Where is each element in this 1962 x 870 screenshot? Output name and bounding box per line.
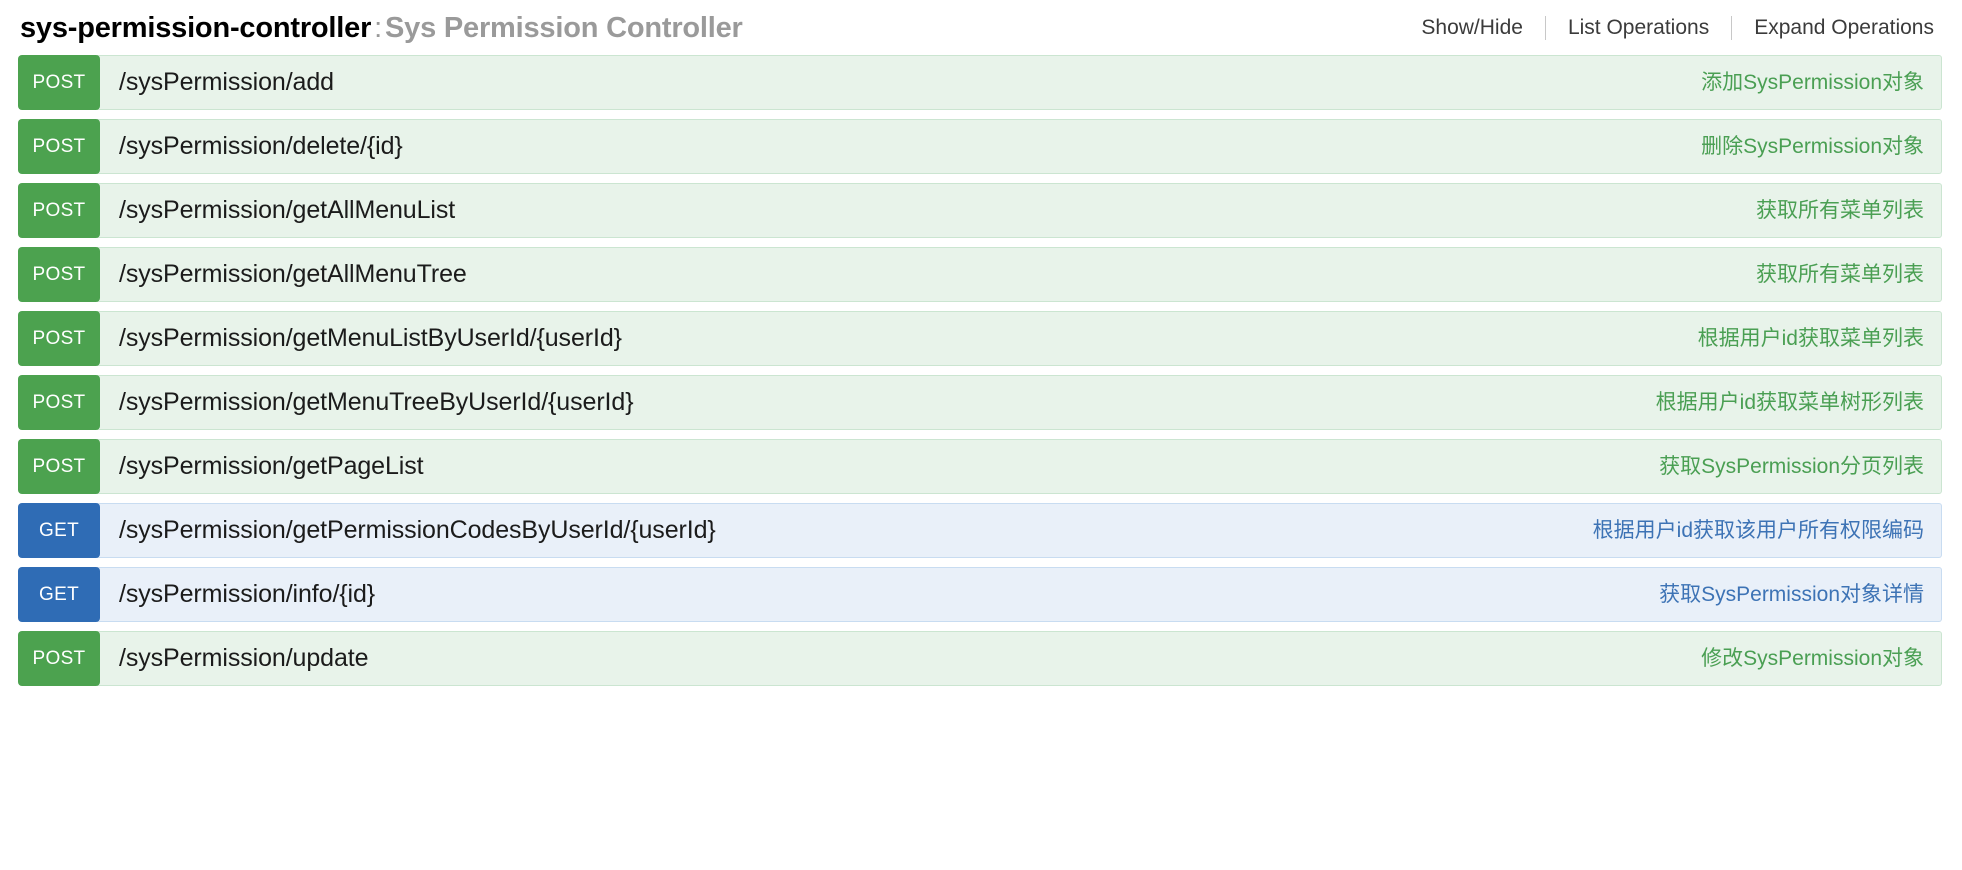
operations-list: POST/sysPermission/add添加SysPermission对象P… [18,55,1942,686]
operation-summary: 获取所有菜单列表 [1756,198,1928,223]
title-separator: : [371,12,385,44]
method-badge-post[interactable]: POST [18,119,100,174]
operation-summary: 删除SysPermission对象 [1701,134,1928,159]
resource-header: sys-permission-controller:Sys Permission… [18,0,1942,55]
method-badge-post[interactable]: POST [18,183,100,238]
operation-summary: 获取所有菜单列表 [1756,262,1928,287]
method-badge-post[interactable]: POST [18,631,100,686]
operation-summary: 添加SysPermission对象 [1701,70,1928,95]
method-badge-post[interactable]: POST [18,311,100,366]
operation-path: /sysPermission/getAllMenuTree [119,260,467,289]
operation-row[interactable]: POST/sysPermission/delete/{id} 删除SysPermi… [18,119,1942,174]
resource-name: sys-permission-controller [20,12,371,44]
operation-path: /sysPermission/add [119,68,334,97]
operation-row[interactable]: POST/sysPermission/getMenuListByUserId/{… [18,311,1942,366]
operation-path: /sysPermission/getMenuListByUserId/{user… [119,324,622,353]
operation-path: /sysPermission/info/{id} [119,580,375,609]
method-badge-post[interactable]: POST [18,55,100,110]
method-badge-post[interactable]: POST [18,247,100,302]
operation-body[interactable]: /sysPermission/getMenuListByUserId/{user… [97,311,1942,366]
operation-body[interactable]: /sysPermission/getAllMenuTree 获取所有菜单列表 [97,247,1942,302]
operation-summary: 获取SysPermission分页列表 [1659,454,1928,479]
show-hide-link[interactable]: Show/Hide [1421,16,1545,40]
operation-row[interactable]: POST/sysPermission/getAllMenuList 获取所有菜单列… [18,183,1942,238]
list-operations-link[interactable]: List Operations [1546,16,1731,40]
operation-body[interactable]: /sysPermission/update 修改SysPermission对象 [97,631,1942,686]
operation-summary: 根据用户id获取菜单列表 [1698,326,1928,351]
operation-row[interactable]: POST/sysPermission/getAllMenuTree 获取所有菜单列… [18,247,1942,302]
operation-body[interactable]: /sysPermission/info/{id} 获取SysPermission对… [97,567,1942,622]
operation-summary: 根据用户id获取该用户所有权限编码 [1593,518,1928,543]
method-badge-post[interactable]: POST [18,439,100,494]
method-badge-get[interactable]: GET [18,503,100,558]
operation-body[interactable]: /sysPermission/delete/{id} 删除SysPermissio… [97,119,1942,174]
operation-row[interactable]: POST/sysPermission/getPageList 获取SysPermi… [18,439,1942,494]
operation-path: /sysPermission/getAllMenuList [119,196,455,225]
operation-row[interactable]: GET/sysPermission/getPermissionCodesByUs… [18,503,1942,558]
operation-summary: 根据用户id获取菜单树形列表 [1656,390,1928,415]
operation-body[interactable]: /sysPermission/getPageList 获取SysPermissio… [97,439,1942,494]
operation-summary: 获取SysPermission对象详情 [1659,582,1928,607]
operation-path: /sysPermission/getPageList [119,452,423,481]
operation-row[interactable]: GET/sysPermission/info/{id} 获取SysPermissi… [18,567,1942,622]
operation-path: /sysPermission/getMenuTreeByUserId/{user… [119,388,633,417]
operation-path: /sysPermission/getPermissionCodesByUserI… [119,516,716,545]
operation-row[interactable]: POST/sysPermission/getMenuTreeByUserId/{… [18,375,1942,430]
resource-description: Sys Permission Controller [385,12,743,44]
operation-body[interactable]: /sysPermission/getAllMenuList 获取所有菜单列表 [97,183,1942,238]
operation-row[interactable]: POST/sysPermission/update 修改SysPermission… [18,631,1942,686]
operation-body[interactable]: /sysPermission/getMenuTreeByUserId/{user… [97,375,1942,430]
method-badge-get[interactable]: GET [18,567,100,622]
method-badge-post[interactable]: POST [18,375,100,430]
operation-body[interactable]: /sysPermission/getPermissionCodesByUserI… [97,503,1942,558]
swagger-resource-page: sys-permission-controller:Sys Permission… [0,0,1962,870]
operation-path: /sysPermission/update [119,644,368,673]
expand-operations-link[interactable]: Expand Operations [1732,16,1936,40]
operation-summary: 修改SysPermission对象 [1701,646,1928,671]
page-title: sys-permission-controller:Sys Permission… [20,11,743,45]
operation-path: /sysPermission/delete/{id} [119,132,403,161]
operation-body[interactable]: /sysPermission/add 添加SysPermission对象 [97,55,1942,110]
resource-options: Show/Hide List Operations Expand Operati… [1421,16,1936,40]
operation-row[interactable]: POST/sysPermission/add 添加SysPermission对象 [18,55,1942,110]
